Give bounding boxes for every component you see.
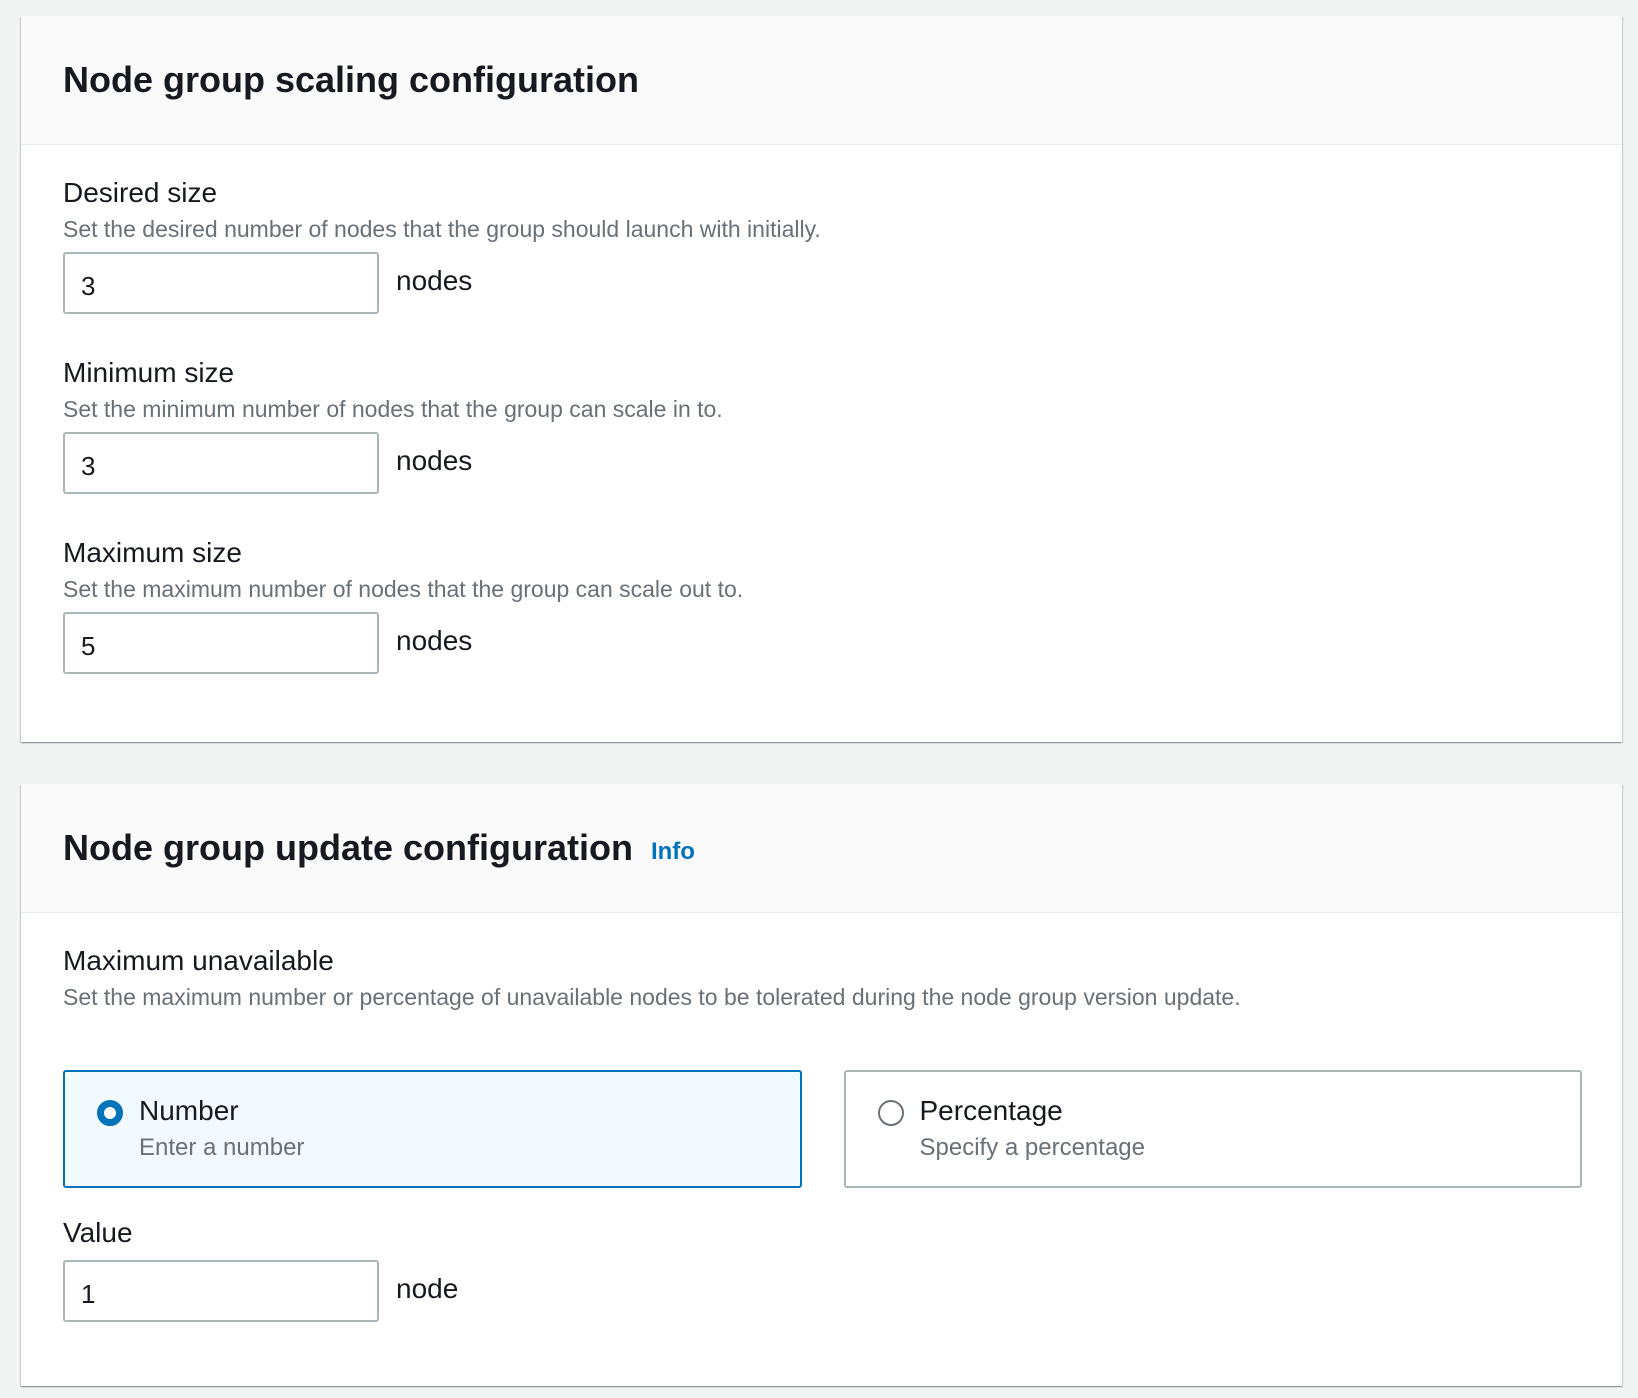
value-input[interactable] [63, 1260, 379, 1322]
value-field: Value node [63, 1216, 458, 1322]
tile-percentage[interactable]: Percentage Specify a percentage [843, 1070, 1582, 1188]
value-row: node [63, 1260, 458, 1322]
update-config-panel: Node group update configuration Info Max… [21, 784, 1622, 1386]
desired-size-unit: nodes [396, 265, 473, 296]
minimum-size-input[interactable] [63, 432, 379, 494]
maximum-size-description: Set the maximum number of nodes that the… [63, 576, 744, 602]
scaling-config-title: Node group scaling configuration [63, 59, 639, 100]
tile-number[interactable]: Number Enter a number [63, 1070, 802, 1188]
tile-number-label: Number [139, 1095, 239, 1126]
maximum-size-input[interactable] [63, 612, 379, 674]
desired-size-row: nodes [63, 252, 821, 314]
maximum-size-row: nodes [63, 612, 743, 674]
tile-number-text: Number Enter a number [139, 1094, 304, 1186]
max-unavailable-field: Maximum unavailable Set the maximum numb… [63, 944, 1241, 1012]
tile-percentage-label: Percentage [919, 1095, 1063, 1126]
value-unit: node [396, 1273, 459, 1304]
maximum-size-label: Maximum size [63, 537, 242, 568]
radio-percentage[interactable] [877, 1100, 904, 1126]
scaling-config-panel: Node group scaling configuration Desired… [21, 16, 1622, 742]
desired-size-description: Set the desired number of nodes that the… [63, 216, 821, 242]
info-link[interactable]: Info [651, 838, 695, 866]
value-label: Value [63, 1217, 133, 1248]
max-unavailable-description: Set the maximum number or percentage of … [63, 984, 1241, 1010]
tile-number-description: Enter a number [139, 1134, 305, 1161]
minimum-size-label: Minimum size [63, 357, 235, 388]
scaling-config-header: Node group scaling configuration [21, 16, 1622, 145]
radio-number[interactable] [97, 1100, 123, 1126]
tile-percentage-text: Percentage Specify a percentage [920, 1094, 1145, 1186]
desired-size-field: Desired size Set the desired number of n… [63, 176, 821, 314]
max-unavailable-tiles: Number Enter a number Percentage Specify… [63, 1070, 1582, 1188]
minimum-size-unit: nodes [396, 445, 473, 476]
maximum-size-field: Maximum size Set the maximum number of n… [63, 536, 743, 674]
minimum-size-field: Minimum size Set the minimum number of n… [63, 356, 723, 494]
update-config-title: Node group update configuration [63, 827, 633, 868]
tile-percentage-description: Specify a percentage [919, 1134, 1145, 1161]
max-unavailable-label: Maximum unavailable [63, 945, 334, 976]
desired-size-input[interactable] [63, 252, 379, 314]
minimum-size-row: nodes [63, 432, 723, 494]
desired-size-label: Desired size [63, 177, 218, 208]
maximum-size-unit: nodes [396, 625, 473, 656]
update-config-header: Node group update configuration Info [21, 784, 1622, 913]
minimum-size-description: Set the minimum number of nodes that the… [63, 396, 723, 422]
